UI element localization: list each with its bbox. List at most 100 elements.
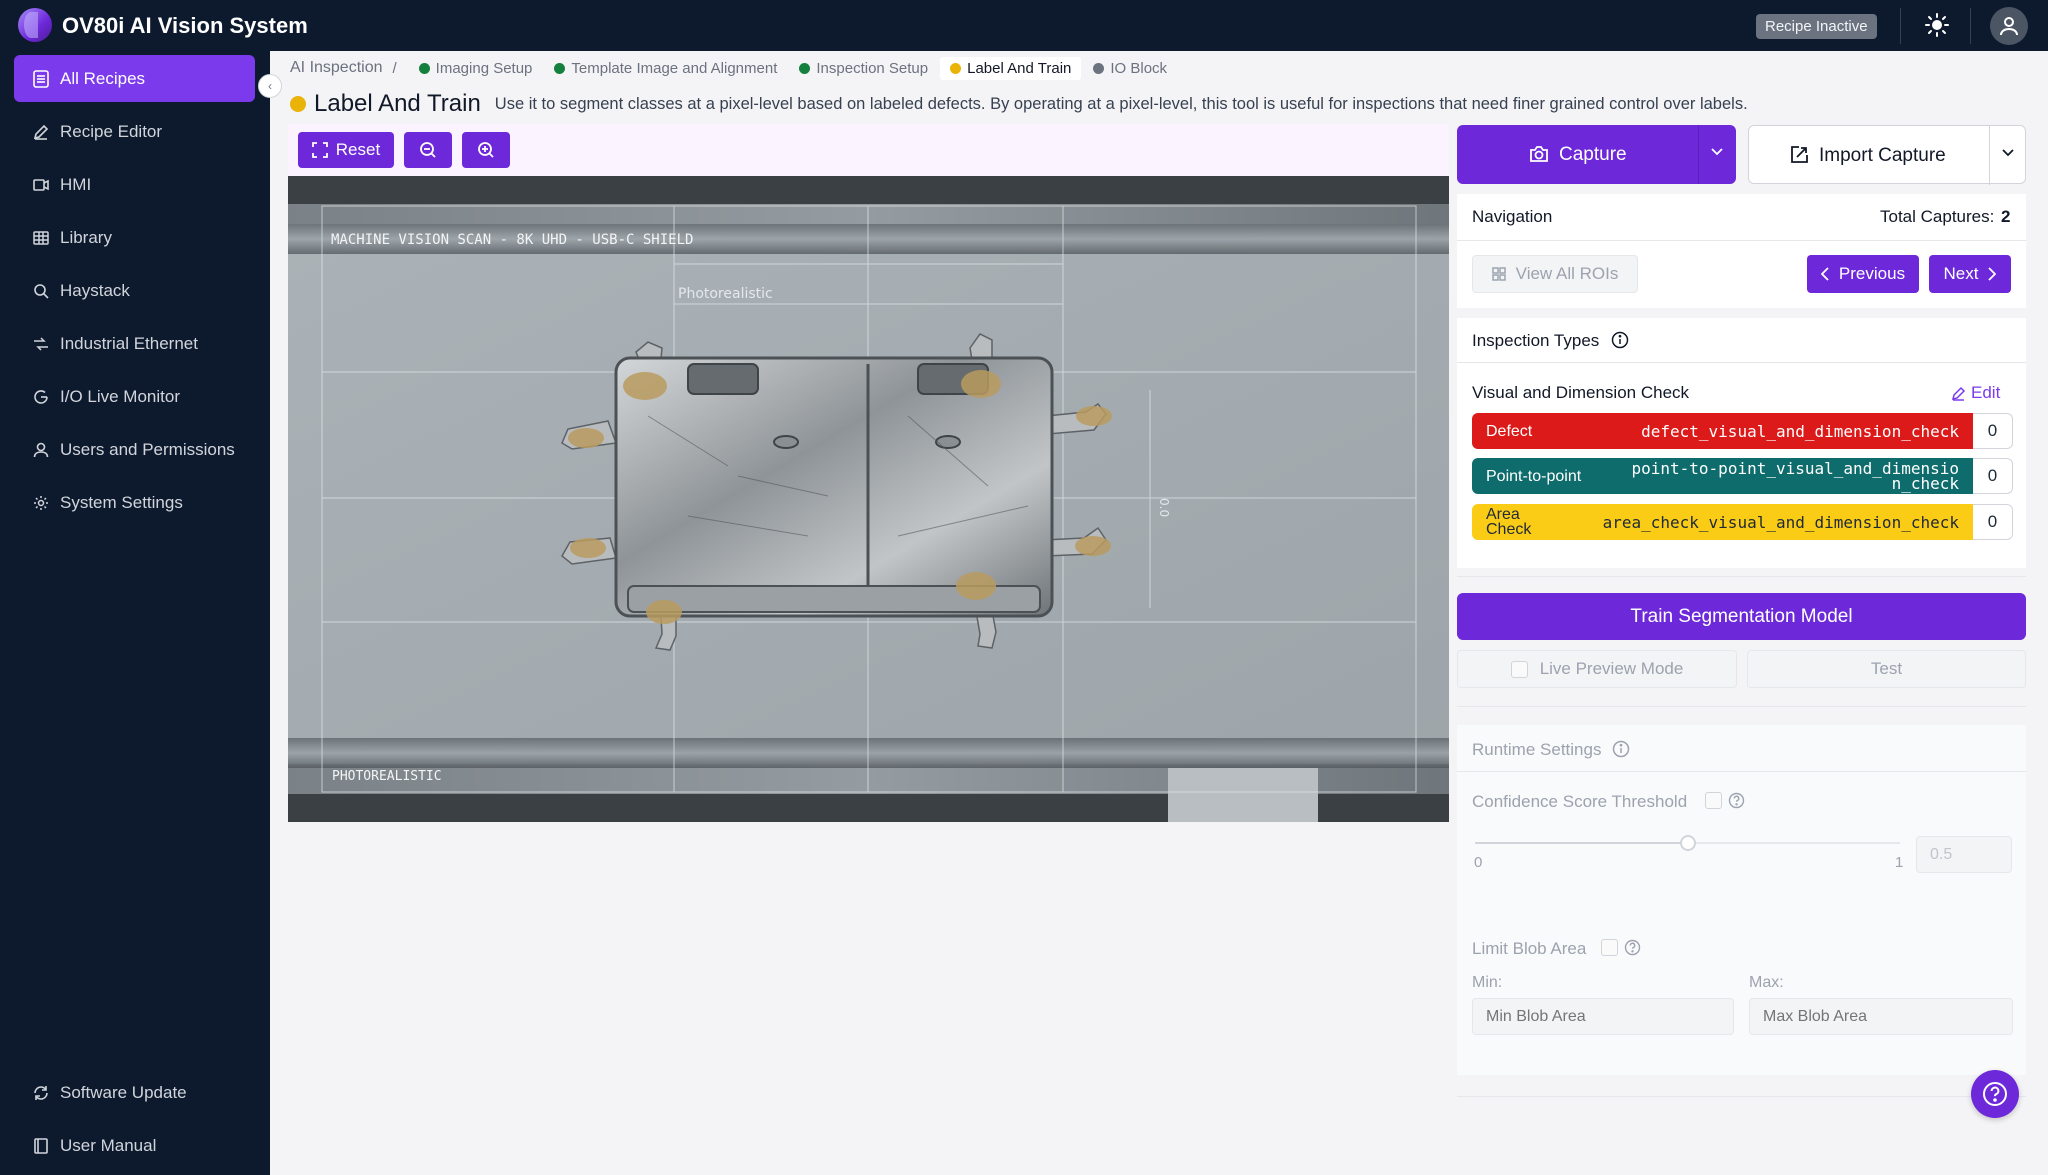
group-title: Visual and Dimension Check bbox=[1472, 383, 1690, 402]
view-all-rois-button[interactable]: View All ROIs bbox=[1472, 255, 1638, 293]
confidence-threshold-label: Confidence Score Threshold bbox=[1472, 792, 1688, 811]
chevron-down-icon[interactable] bbox=[1710, 147, 1724, 157]
status-dot bbox=[950, 62, 962, 74]
limit-blob-area-checkbox[interactable] bbox=[1601, 939, 1618, 956]
sidebar-item-system-settings[interactable]: System Settings bbox=[14, 479, 255, 526]
sidebar-item-label: All Recipes bbox=[60, 68, 146, 88]
sidebar-item-label: I/O Live Monitor bbox=[60, 386, 180, 406]
import-icon bbox=[1789, 145, 1809, 165]
chevron-down-icon[interactable] bbox=[2001, 148, 2015, 158]
app-title: OV80i AI Vision System bbox=[62, 13, 308, 38]
confidence-slider-thumb[interactable] bbox=[1679, 835, 1696, 851]
zoom-in-button[interactable] bbox=[462, 132, 510, 168]
inspection-type-defect[interactable]: Defect defect_visual_and_dimension_check… bbox=[1472, 413, 2013, 449]
sidebar-item-label: HMI bbox=[60, 174, 92, 194]
collapse-sidebar-button[interactable]: ‹ bbox=[258, 74, 282, 98]
min-blob-area-input[interactable] bbox=[1472, 998, 1734, 1035]
slider-min-label: 0 bbox=[1474, 854, 1483, 871]
sidebar-item-all-recipes[interactable]: All Recipes bbox=[14, 55, 255, 102]
document-icon bbox=[32, 69, 50, 88]
divider bbox=[1457, 706, 2026, 707]
theme-toggle-sun-icon[interactable] bbox=[1924, 12, 1950, 38]
help-icon[interactable] bbox=[1728, 792, 1745, 809]
sidebar-item-industrial-ethernet[interactable]: Industrial Ethernet bbox=[14, 320, 255, 367]
sidebar-item-users-and-permissions[interactable]: Users and Permissions bbox=[14, 426, 255, 473]
previous-label: Previous bbox=[1838, 264, 1906, 283]
previous-button[interactable]: Previous bbox=[1807, 255, 1919, 293]
sidebar-item-io-live-monitor[interactable]: I/O Live Monitor bbox=[14, 373, 255, 420]
capture-button[interactable]: Capture bbox=[1457, 125, 1736, 184]
runtime-settings-title: Runtime Settings bbox=[1472, 740, 1602, 759]
breadcrumb-root[interactable]: AI Inspection bbox=[290, 59, 383, 77]
search-icon bbox=[32, 282, 50, 300]
help-icon[interactable] bbox=[1624, 939, 1641, 956]
book-icon bbox=[32, 1137, 50, 1155]
limit-blob-area-label: Limit Blob Area bbox=[1472, 939, 1587, 958]
sidebar-item-hmi[interactable]: HMI bbox=[14, 161, 255, 208]
breadcrumb-step-label-and-train[interactable]: Label And Train bbox=[940, 56, 1082, 80]
breadcrumb-step-imaging-setup[interactable]: Imaging Setup bbox=[409, 57, 543, 80]
banner-top-text: MACHINE VISION SCAN - 8K UHD - USB-C SHI… bbox=[331, 232, 693, 248]
confidence-slider-track[interactable] bbox=[1475, 835, 1900, 851]
sidebar-item-software-update[interactable]: Software Update bbox=[14, 1069, 255, 1116]
type-count: 0 bbox=[1973, 504, 2013, 540]
user-icon bbox=[32, 441, 50, 459]
step-label: Inspection Setup bbox=[816, 59, 929, 77]
confidence-slider-fill bbox=[1475, 842, 1688, 844]
gear-icon bbox=[32, 494, 50, 512]
step-label: Template Image and Alignment bbox=[571, 59, 778, 77]
refresh-icon bbox=[32, 1084, 50, 1102]
grid-icon bbox=[32, 229, 50, 247]
breadcrumb-step-inspection-setup[interactable]: Inspection Setup bbox=[789, 57, 938, 80]
sidebar-item-recipe-editor[interactable]: Recipe Editor bbox=[14, 108, 255, 155]
page-title: Label And Train bbox=[314, 90, 481, 117]
breadcrumb-separator: / bbox=[392, 59, 397, 77]
zoom-in-icon bbox=[477, 141, 495, 159]
max-blob-area-input[interactable] bbox=[1749, 998, 2013, 1035]
train-segmentation-model-button[interactable]: Train Segmentation Model bbox=[1457, 593, 2026, 640]
chevron-left-icon bbox=[1820, 267, 1829, 281]
network-icon bbox=[32, 335, 50, 353]
train-label: Train Segmentation Model bbox=[1630, 605, 1853, 627]
import-capture-button[interactable]: Import Capture bbox=[1748, 125, 2026, 185]
top-bar: OV80i AI Vision System Recipe Inactive bbox=[0, 0, 2048, 51]
inspection-type-area-check[interactable]: Area Check area_check_visual_and_dimensi… bbox=[1472, 504, 2013, 540]
test-button[interactable]: Test bbox=[1747, 650, 2026, 688]
confidence-threshold-input[interactable]: 0.5 bbox=[1916, 836, 2012, 873]
zoom-out-button[interactable] bbox=[404, 132, 452, 168]
breadcrumb-step-io-block[interactable]: IO Block bbox=[1083, 57, 1177, 80]
edit-button[interactable]: Edit bbox=[1951, 383, 2000, 403]
info-icon[interactable] bbox=[1611, 331, 1629, 349]
sidebar-item-label: Industrial Ethernet bbox=[60, 333, 198, 353]
user-avatar-icon[interactable] bbox=[1990, 7, 2028, 45]
type-name: Area Check bbox=[1486, 506, 1532, 538]
inspection-type-point-to-point[interactable]: Point-to-point point-to-point_visual_and… bbox=[1472, 458, 2013, 494]
capture-image-viewer[interactable]: MACHINE VISION SCAN - 8K UHD - USB-C SHI… bbox=[288, 176, 1449, 822]
type-id: point-to-point_visual_and_dimension_chec… bbox=[1631, 459, 1959, 493]
help-button[interactable] bbox=[1971, 1070, 2019, 1118]
confidence-threshold-checkbox[interactable] bbox=[1705, 792, 1722, 809]
sidebar-item-user-manual[interactable]: User Manual bbox=[14, 1122, 255, 1169]
live-preview-checkbox[interactable] bbox=[1510, 660, 1528, 678]
breadcrumb-step-template-image[interactable]: Template Image and Alignment bbox=[544, 57, 787, 80]
next-button[interactable]: Next bbox=[1929, 255, 2011, 293]
image-toolbar: Reset bbox=[288, 124, 1449, 176]
type-name: Point-to-point bbox=[1486, 467, 1582, 485]
step-label: Label And Train bbox=[967, 59, 1072, 77]
live-preview-label: Live Preview Mode bbox=[1539, 659, 1684, 678]
sidebar-item-label: Software Update bbox=[60, 1082, 187, 1102]
inspection-types-title: Inspection Types bbox=[1472, 331, 1600, 350]
sidebar-item-label: Haystack bbox=[60, 280, 130, 300]
info-icon[interactable] bbox=[1612, 740, 1630, 758]
sidebar-item-haystack[interactable]: Haystack bbox=[14, 267, 255, 314]
page-description: Use it to segment classes at a pixel-lev… bbox=[494, 94, 1748, 113]
view-all-rois-label: View All ROIs bbox=[1515, 264, 1619, 283]
sidebar-item-library[interactable]: Library bbox=[14, 214, 255, 261]
type-id: area_check_visual_and_dimension_check bbox=[1602, 512, 1959, 532]
reset-button[interactable]: Reset bbox=[298, 132, 394, 168]
capture-label: Capture bbox=[1559, 144, 1627, 165]
type-chip: Defect defect_visual_and_dimension_check bbox=[1472, 413, 1973, 449]
sidebar-item-label: System Settings bbox=[60, 492, 183, 512]
status-dot bbox=[1093, 62, 1105, 74]
live-preview-mode-button[interactable]: Live Preview Mode bbox=[1457, 650, 1737, 688]
